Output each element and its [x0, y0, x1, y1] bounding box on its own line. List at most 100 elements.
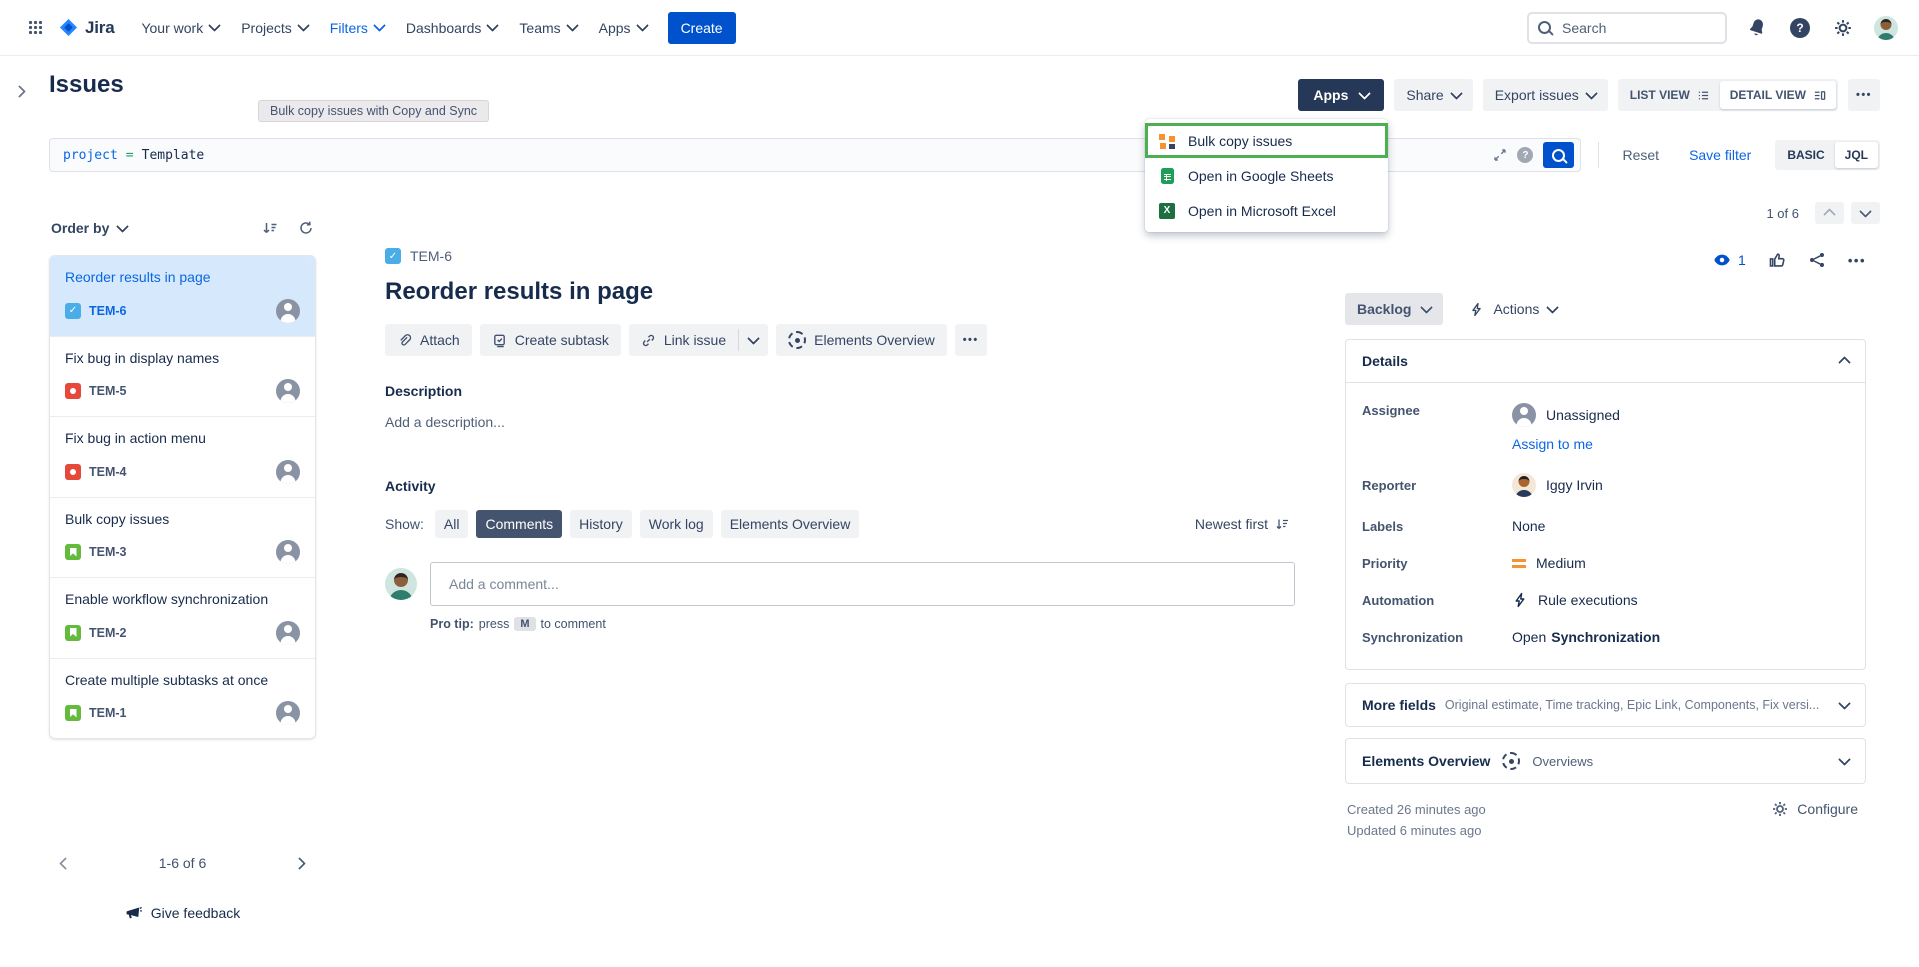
help-button[interactable]: ? — [1787, 15, 1813, 41]
expand-editor-icon[interactable] — [1493, 148, 1507, 162]
assign-to-me-link[interactable]: Assign to me — [1512, 436, 1593, 452]
status-dropdown[interactable]: Backlog — [1345, 293, 1443, 325]
order-by-dropdown[interactable]: Order by — [51, 220, 127, 236]
labels-row: Labels None — [1362, 518, 1849, 534]
description-placeholder[interactable]: Add a description... — [385, 414, 1295, 430]
watch-button[interactable]: 1 — [1713, 251, 1746, 269]
jira-logo-icon — [58, 17, 79, 38]
comment-box[interactable] — [430, 562, 1295, 606]
elements-overview-button[interactable]: Elements Overview — [776, 324, 947, 356]
assignee-value[interactable]: Unassigned — [1512, 403, 1620, 427]
apps-menu-item[interactable]: Open in Microsoft Excel — [1145, 193, 1388, 228]
synchronization-value[interactable]: Open Synchronization — [1512, 629, 1660, 645]
jql-search-button[interactable] — [1543, 142, 1574, 168]
settings-button[interactable] — [1830, 15, 1856, 41]
jira-issues-page: Jira Your work Projects Filters — [0, 0, 1919, 967]
issue-more-button[interactable]: ••• — [1848, 254, 1866, 267]
issue-card[interactable]: Bulk copy issues TEM-3 — [50, 498, 315, 579]
app-switcher-button[interactable] — [20, 13, 50, 43]
reset-button[interactable]: Reset — [1616, 146, 1665, 164]
notifications-button[interactable] — [1744, 15, 1770, 41]
navbar-item[interactable]: Dashboards — [395, 12, 509, 44]
apps-menu-item[interactable]: Bulk copy issues — [1145, 123, 1388, 158]
help-icon: ? — [1790, 18, 1810, 38]
refresh-button[interactable] — [298, 220, 314, 236]
user-avatar — [1874, 16, 1898, 40]
elements-overview-panel[interactable]: Elements Overview Overviews — [1345, 738, 1866, 784]
issue-toolbar: Attach Create subtask Link issue — [385, 324, 1295, 356]
automation-value[interactable]: Rule executions — [1512, 592, 1638, 608]
chevron-down-icon — [566, 19, 579, 32]
activity-filter-chip[interactable]: Elements Overview — [721, 510, 860, 538]
save-filter-button[interactable]: Save filter — [1683, 146, 1757, 164]
link-issue-caret-button[interactable] — [739, 324, 768, 356]
jql-help-icon[interactable]: ? — [1517, 147, 1533, 163]
details-panel-header[interactable]: Details — [1346, 340, 1865, 383]
comment-input[interactable] — [447, 575, 1278, 593]
pro-tip: Pro tip: press M to comment — [430, 617, 1295, 631]
more-fields-panel[interactable]: More fields Original estimate, Time trac… — [1345, 683, 1866, 727]
share-issue-button[interactable] — [1808, 251, 1826, 269]
chevron-down-icon — [1585, 87, 1598, 100]
basic-mode-button[interactable]: BASIC — [1777, 142, 1834, 168]
apps-menu-item[interactable]: Open in Google Sheets — [1145, 158, 1388, 193]
issue-card[interactable]: Fix bug in action menu TEM-4 — [50, 417, 315, 498]
list-view-button[interactable]: LIST VIEW — [1620, 81, 1720, 109]
navbar-item[interactable]: Your work — [130, 12, 230, 44]
labels-value[interactable]: None — [1512, 518, 1545, 534]
jira-logo[interactable]: Jira — [58, 17, 114, 38]
navbar-item[interactable]: Filters — [319, 12, 395, 44]
navbar-item[interactable]: Apps — [588, 12, 658, 44]
vote-button[interactable] — [1768, 251, 1786, 269]
global-search-input[interactable] — [1560, 19, 1716, 37]
global-search[interactable] — [1527, 12, 1727, 44]
next-issue-button[interactable] — [1851, 202, 1880, 224]
create-subtask-button[interactable]: Create subtask — [480, 324, 621, 356]
chevron-down-icon — [487, 19, 500, 32]
issue-card[interactable]: Reorder results in page TEM-6 — [50, 256, 315, 337]
previous-page-button[interactable] — [61, 859, 70, 868]
order-icons — [262, 220, 314, 236]
issue-card[interactable]: Fix bug in display names TEM-5 — [50, 337, 315, 418]
activity-filter-chip[interactable]: All — [435, 510, 469, 538]
sort-order-button[interactable]: Newest first — [1189, 515, 1295, 533]
activity-filter-chip[interactable]: Work log — [640, 510, 713, 538]
share-button[interactable]: Share — [1394, 79, 1472, 111]
jql-mode-button[interactable]: JQL — [1835, 142, 1878, 168]
detail-view-button[interactable]: DETAIL VIEW — [1720, 81, 1836, 109]
configure-button[interactable]: Configure — [1766, 800, 1864, 818]
activity-filter-chip[interactable]: History — [570, 510, 632, 538]
expand-panel-button[interactable] — [8, 80, 30, 102]
sort-direction-button[interactable] — [262, 220, 278, 236]
show-label: Show: — [385, 516, 424, 532]
issue-card-key: TEM-2 — [89, 626, 127, 640]
issue-card[interactable]: Enable workflow synchronization TEM-2 — [50, 578, 315, 659]
export-issues-button[interactable]: Export issues — [1483, 79, 1608, 111]
previous-issue-button[interactable] — [1815, 202, 1844, 224]
create-button[interactable]: Create — [668, 12, 736, 44]
gear-icon — [1772, 801, 1788, 817]
give-feedback-button[interactable]: Give feedback — [49, 903, 316, 922]
header-more-button[interactable]: ••• — [1848, 79, 1880, 111]
activity-filter-chip[interactable]: Comments — [476, 510, 562, 538]
issue-card-title: Fix bug in action menu — [65, 430, 300, 448]
issue-card-key: TEM-6 — [89, 304, 127, 318]
attach-button[interactable]: Attach — [385, 324, 472, 356]
activity-filter-row: Show: All Comments History Work log Elem… — [385, 510, 1295, 538]
priority-value[interactable]: Medium — [1512, 555, 1586, 571]
refresh-icon — [298, 220, 314, 236]
issue-title[interactable]: Reorder results in page — [385, 278, 1295, 306]
link-issue-button[interactable]: Link issue — [629, 324, 738, 356]
toolbar-more-button[interactable]: ••• — [955, 324, 987, 356]
profile-button[interactable] — [1873, 15, 1899, 41]
navbar-item[interactable]: Teams — [508, 12, 587, 44]
issue-key[interactable]: TEM-6 — [410, 248, 452, 264]
automation-actions-button[interactable]: Actions — [1463, 300, 1563, 318]
reporter-value[interactable]: Iggy Irvin — [1512, 473, 1603, 497]
issue-card[interactable]: Create multiple subtasks at once TEM-1 — [50, 659, 315, 739]
watch-count: 1 — [1738, 252, 1746, 268]
unassigned-avatar — [1512, 403, 1536, 427]
next-page-button[interactable] — [295, 859, 304, 868]
apps-dropdown-button[interactable]: Apps — [1298, 79, 1384, 111]
navbar-item[interactable]: Projects — [230, 12, 319, 44]
